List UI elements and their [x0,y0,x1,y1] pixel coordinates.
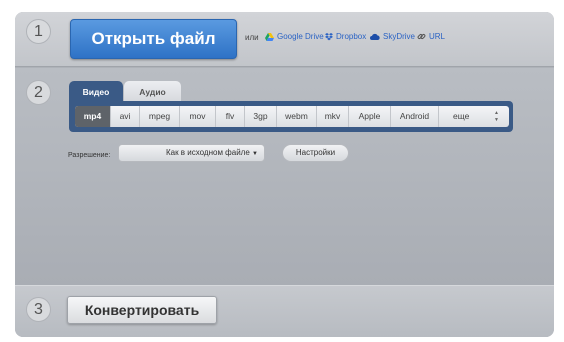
tab-video[interactable]: Видео [69,81,123,103]
resolution-label: Разрешение: [68,152,111,159]
step-number-3: 3 [26,297,51,322]
convert-button[interactable]: Конвертировать [67,296,217,324]
format-3gp[interactable]: 3gp [245,106,277,127]
google-drive-link[interactable]: Google Drive [265,32,324,41]
url-link[interactable]: URL [417,32,445,41]
format-more-label: еще [453,111,470,121]
open-file-button[interactable]: Открыть файл [70,19,237,59]
step-number-1: 1 [26,19,51,44]
resolution-value: Как в исходном файле [165,148,250,157]
format-mp4[interactable]: mp4 [75,106,111,127]
format-avi[interactable]: avi [111,106,140,127]
skydrive-icon [370,33,380,40]
format-apple[interactable]: Apple [349,106,391,127]
dropbox-link[interactable]: Dropbox [325,32,366,41]
format-mpeg[interactable]: mpeg [140,106,180,127]
dropbox-icon [325,32,333,40]
settings-button[interactable]: Настройки [282,144,349,162]
url-label: URL [429,32,446,41]
step-number-2: 2 [26,80,51,105]
google-drive-icon [265,32,274,41]
google-drive-label: Google Drive [277,32,324,41]
format-flv[interactable]: flv [216,106,245,127]
step-1-section: 1 Открыть файл или Google Drive Dropbox [15,12,554,67]
format-mov[interactable]: mov [180,106,216,127]
dropbox-label: Dropbox [336,32,367,41]
link-icon [417,33,426,40]
updown-arrows-icon: ▲ ▼ [494,110,499,123]
format-webm[interactable]: webm [277,106,317,127]
tab-audio[interactable]: Аудио [124,81,181,103]
format-more-select[interactable]: еще ▲ ▼ [439,106,509,127]
converter-panel: 1 Открыть файл или Google Drive Dropbox [15,12,554,337]
resolution-select[interactable]: Как в исходном файле ▼ [118,144,265,162]
format-android[interactable]: Android [391,106,439,127]
format-list: mp4 avi mpeg mov flv 3gp webm mkv Apple … [75,106,509,127]
format-mkv[interactable]: mkv [317,106,349,127]
skydrive-label: SkyDrive [383,32,416,41]
or-label: или [245,33,259,42]
skydrive-link[interactable]: SkyDrive [370,32,415,41]
chevron-down-icon: ▼ [252,151,258,157]
